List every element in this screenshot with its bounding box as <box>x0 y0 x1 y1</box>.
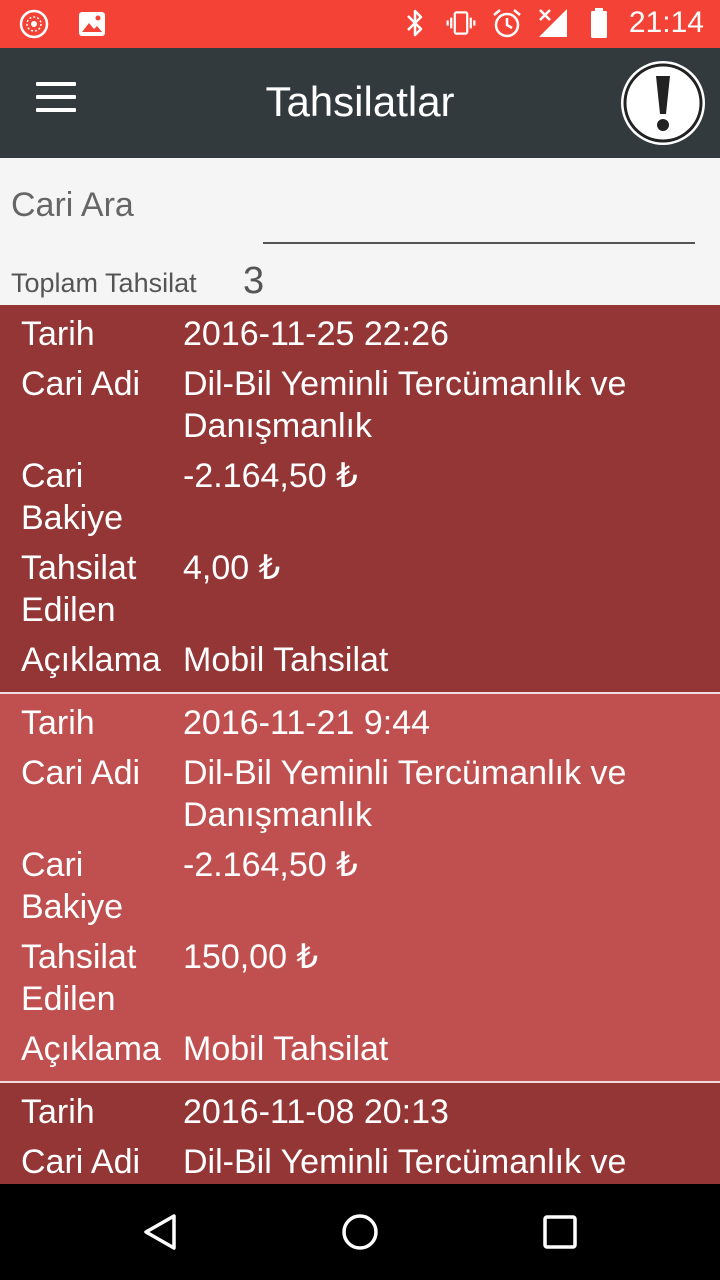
total-count: 3 <box>243 260 265 302</box>
account-balance-value: -2.164,50 ₺ <box>183 846 358 884</box>
account-balance-label: Cari Bakiye <box>21 846 124 926</box>
account-name-value: Dil-Bil Yeminli Tercümanlık ve Danışmanl… <box>183 365 627 445</box>
app-toolbar: Tahsilatlar <box>0 48 720 158</box>
description-value: Mobil Tahsilat <box>183 641 389 679</box>
date-label: Tarih <box>21 315 95 353</box>
search-row: Cari Ara <box>0 158 720 258</box>
collected-amount-value: 150,00 ₺ <box>183 938 319 976</box>
description-label: Açıklama <box>21 641 161 679</box>
alarm-icon <box>491 7 523 39</box>
vibrate-icon <box>445 7 477 39</box>
account-balance-value: -2.164,50 ₺ <box>183 457 358 495</box>
date-value: 2016-11-25 22:26 <box>183 315 449 353</box>
bluetooth-icon <box>399 7 431 39</box>
collected-amount-label: Tahsilat Edilen <box>21 549 137 629</box>
collection-record[interactable]: Tarih 2016-11-08 20:13 Cari Adi Dil-Bil … <box>0 1083 720 1184</box>
exclamation-alert-icon[interactable] <box>618 58 708 148</box>
image-notification-icon <box>76 8 108 40</box>
battery-icon <box>583 7 615 39</box>
total-label: Toplam Tahsilat <box>11 268 197 298</box>
back-icon[interactable] <box>140 1212 180 1252</box>
account-name-label: Cari Adi <box>21 754 141 792</box>
collection-record[interactable]: Tarih 2016-11-21 9:44 Cari Adi Dil-Bil Y… <box>0 694 720 1083</box>
date-label: Tarih <box>21 1093 95 1131</box>
status-bar: 21:14 <box>0 0 720 48</box>
account-name-label: Cari Adi <box>21 1143 141 1181</box>
app-notification-icon <box>18 8 50 40</box>
navigation-bar <box>0 1184 720 1280</box>
date-value: 2016-11-21 9:44 <box>183 704 431 742</box>
collection-list[interactable]: Tarih 2016-11-25 22:26 Cari Adi Dil-Bil … <box>0 305 720 1184</box>
account-name-value: Dil-Bil Yeminli Tercümanlık ve Danışmanl… <box>183 1143 627 1181</box>
search-label: Cari Ara <box>11 186 134 224</box>
search-input[interactable] <box>263 208 695 244</box>
page-title: Tahsilatlar <box>265 78 455 125</box>
description-value: Mobil Tahsilat <box>183 1030 389 1068</box>
account-balance-label: Cari Bakiye <box>21 457 124 537</box>
collection-record[interactable]: Tarih 2016-11-25 22:26 Cari Adi Dil-Bil … <box>0 305 720 694</box>
collected-amount-value: 4,00 ₺ <box>183 549 281 587</box>
clock: 21:14 <box>628 6 704 39</box>
date-label: Tarih <box>21 704 95 742</box>
account-name-value: Dil-Bil Yeminli Tercümanlık ve Danışmanl… <box>183 754 627 834</box>
collected-amount-label: Tahsilat Edilen <box>21 938 137 1018</box>
date-value: 2016-11-08 20:13 <box>183 1093 449 1131</box>
signal-icon <box>537 7 569 39</box>
home-icon[interactable] <box>340 1212 380 1252</box>
description-label: Açıklama <box>21 1030 161 1068</box>
recent-apps-icon[interactable] <box>540 1212 580 1252</box>
account-name-label: Cari Adi <box>21 365 141 403</box>
